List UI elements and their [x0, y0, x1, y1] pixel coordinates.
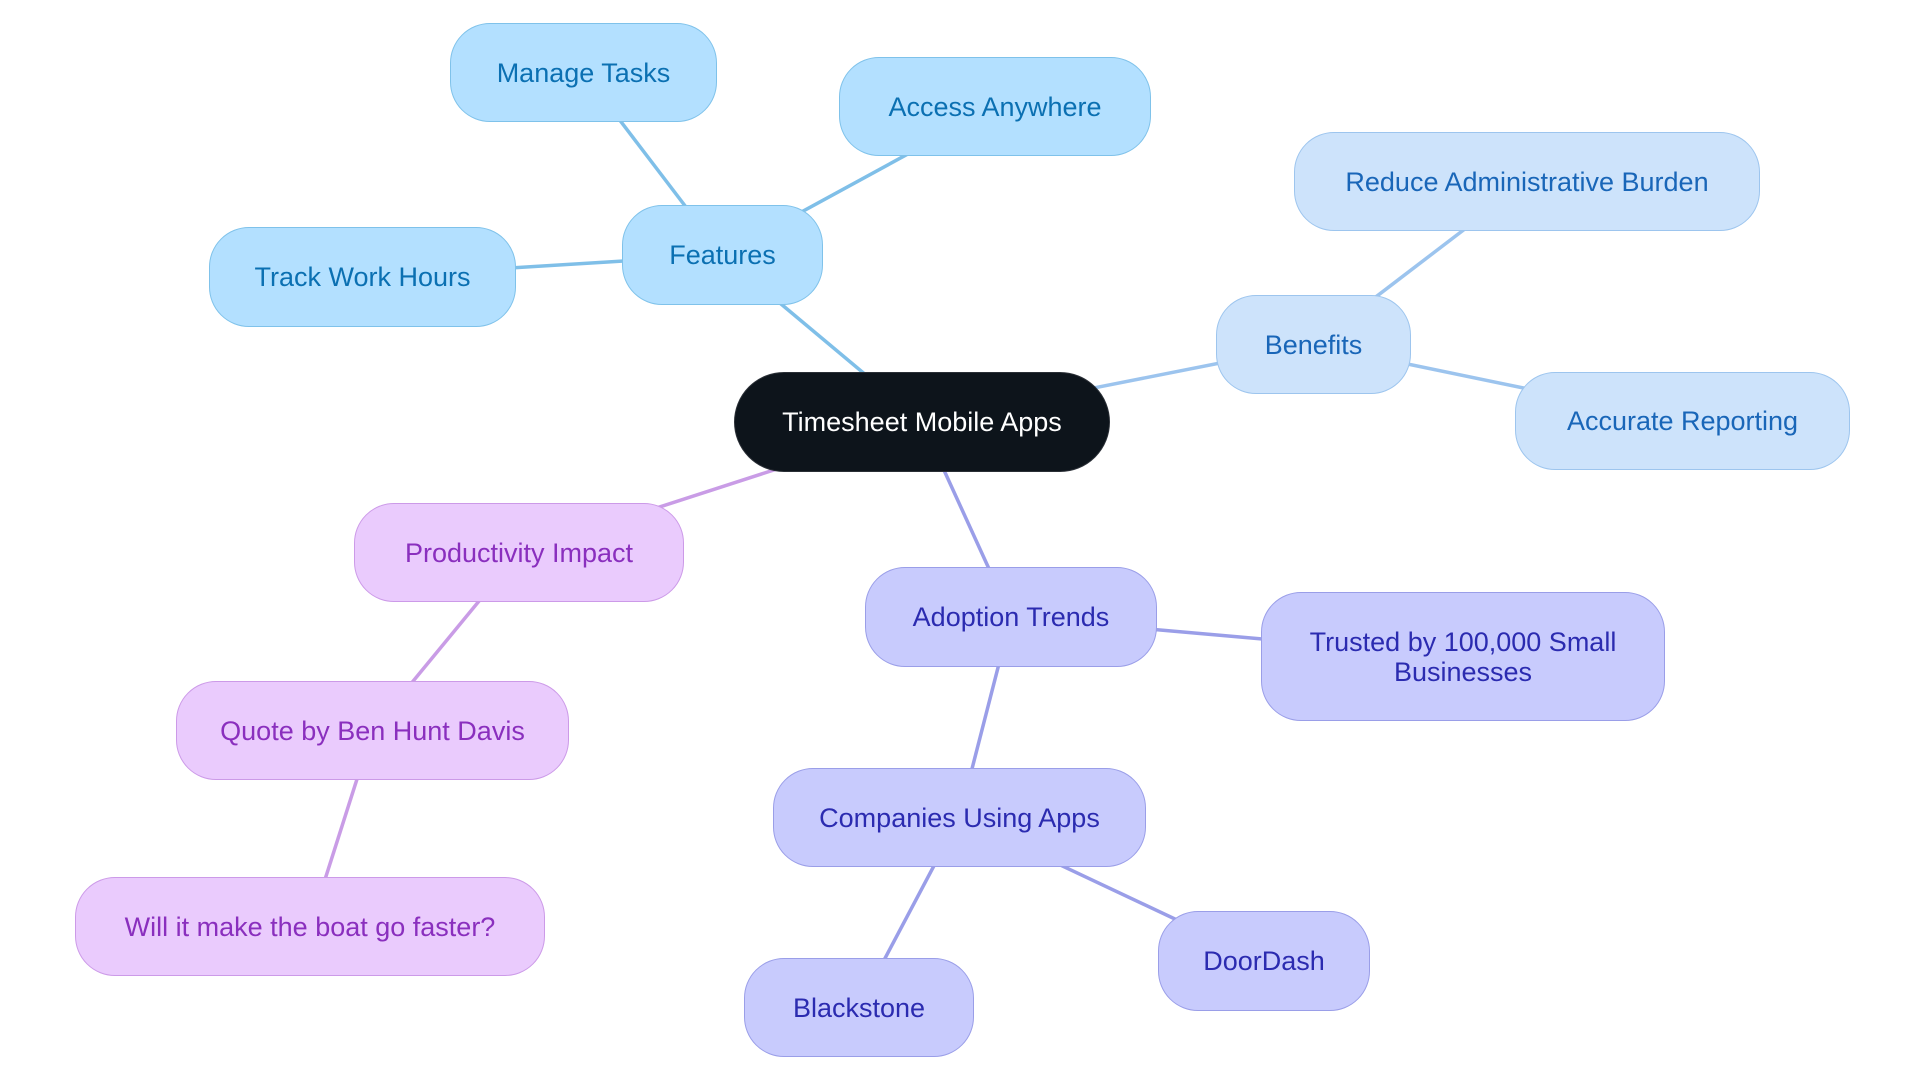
node-trusted-by-businesses[interactable]: Trusted by 100,000 Small Businesses [1261, 592, 1665, 721]
node-features-label: Features [669, 240, 776, 270]
node-benefits[interactable]: Benefits [1216, 295, 1411, 394]
node-blackstone-label: Blackstone [792, 992, 926, 1023]
node-quote-ben-hunt-davis[interactable]: Quote by Ben Hunt Davis [176, 681, 569, 780]
node-quote-label: Quote by Ben Hunt Davis [220, 715, 525, 746]
node-access-anywhere-label: Access Anywhere [888, 91, 1102, 122]
node-reduce-burden-label: Reduce Administrative Burden [1345, 166, 1709, 197]
node-trusted-label-line1: Trusted by 100,000 Small [1309, 626, 1617, 657]
node-root[interactable]: Timesheet Mobile Apps [734, 372, 1110, 472]
node-accurate-reporting[interactable]: Accurate Reporting [1515, 372, 1850, 470]
node-companies-label: Companies Using Apps [819, 802, 1100, 833]
node-companies-using-apps[interactable]: Companies Using Apps [773, 768, 1146, 867]
node-boat-go-faster[interactable]: Will it make the boat go faster? [75, 877, 545, 976]
node-benefits-label: Benefits [1264, 329, 1363, 360]
node-track-work-hours-label: Track Work Hours [254, 262, 471, 292]
node-manage-tasks-label: Manage Tasks [496, 57, 671, 88]
node-track-work-hours[interactable]: Track Work Hours [209, 227, 516, 327]
node-doordash-label: DoorDash [1203, 946, 1325, 976]
node-access-anywhere[interactable]: Access Anywhere [839, 57, 1151, 156]
node-root-label: Timesheet Mobile Apps [782, 407, 1062, 437]
node-adoption-label: Adoption Trends [912, 602, 1110, 632]
node-blackstone[interactable]: Blackstone [744, 958, 974, 1057]
node-productivity-impact[interactable]: Productivity Impact [354, 503, 684, 602]
node-adoption-trends[interactable]: Adoption Trends [865, 567, 1157, 667]
node-doordash[interactable]: DoorDash [1158, 911, 1370, 1011]
node-accurate-reporting-label: Accurate Reporting [1566, 406, 1799, 436]
node-features[interactable]: Features [622, 205, 823, 305]
node-productivity-label: Productivity Impact [404, 537, 634, 568]
node-manage-tasks[interactable]: Manage Tasks [450, 23, 717, 122]
node-boat-label: Will it make the boat go faster? [124, 911, 496, 942]
node-reduce-administrative-burden[interactable]: Reduce Administrative Burden [1294, 132, 1760, 231]
node-trusted-label-line2: Businesses [1393, 656, 1533, 687]
